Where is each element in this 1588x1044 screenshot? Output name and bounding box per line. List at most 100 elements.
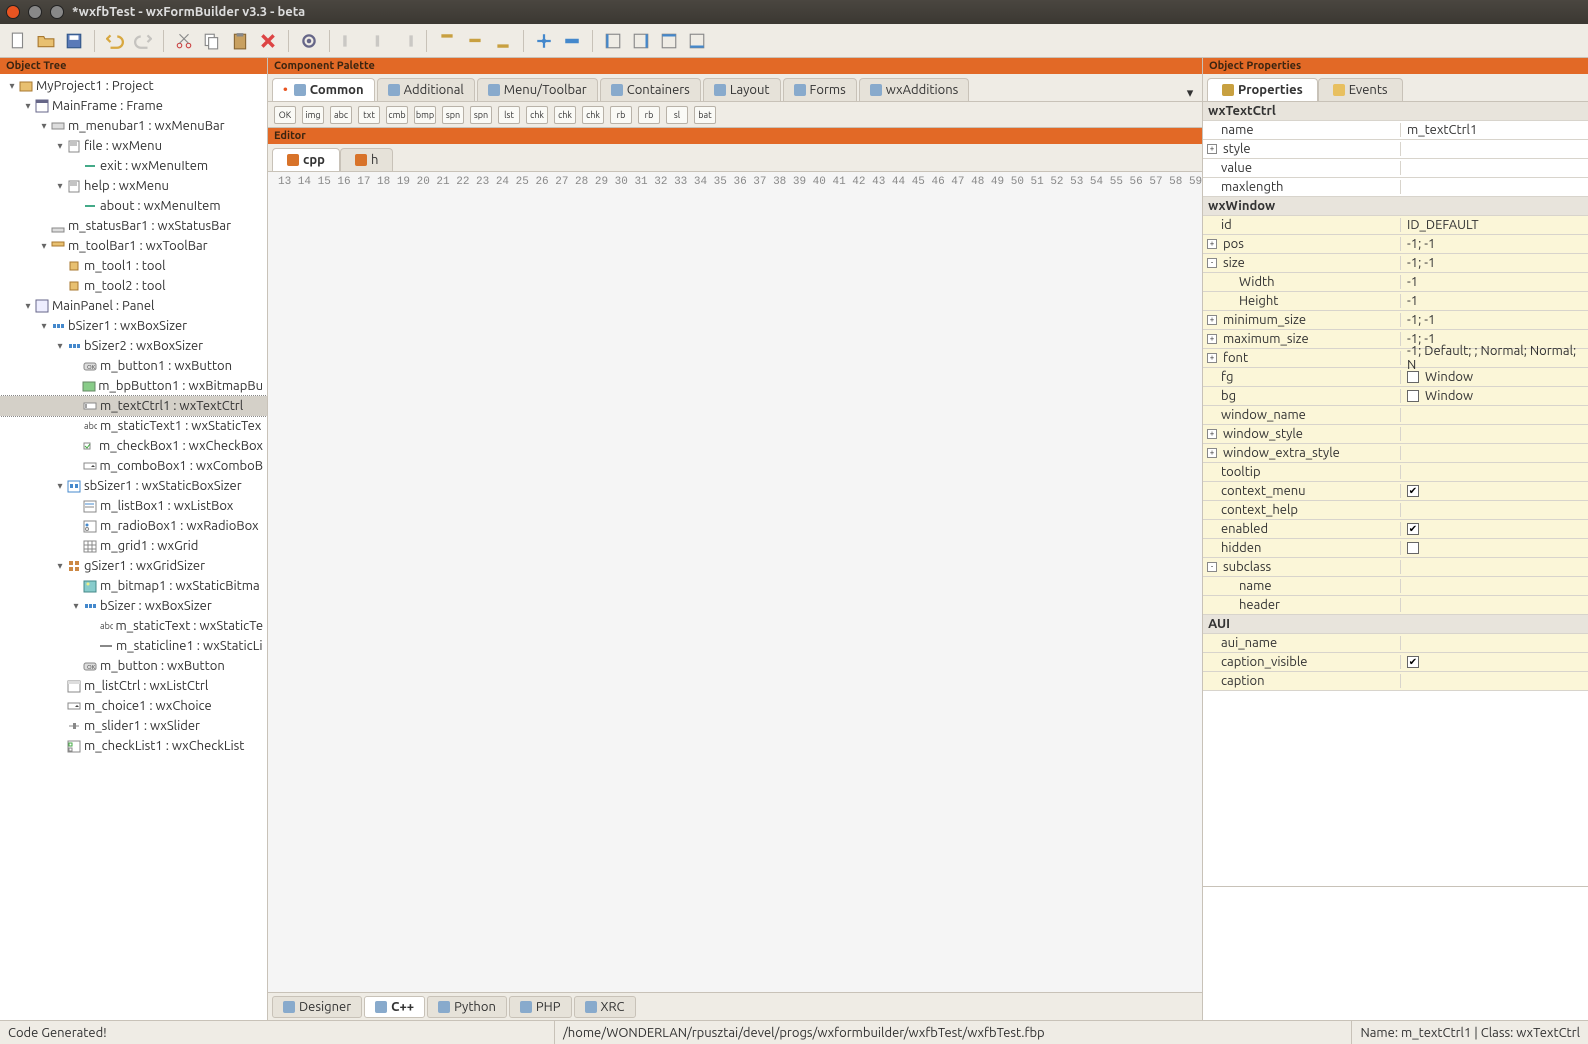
prop-row-maxlength[interactable]: maxlength	[1203, 178, 1588, 197]
prop-row-caption[interactable]: caption	[1203, 672, 1588, 691]
prop-row-aui_name[interactable]: aui_name	[1203, 634, 1588, 653]
cut-icon[interactable]	[172, 29, 196, 53]
prop-value[interactable]: -1; -1	[1401, 237, 1588, 251]
stretch-icon[interactable]	[560, 29, 584, 53]
tree-item[interactable]: ▾MyProject1 : Project	[0, 76, 267, 96]
expand-icon[interactable]: +	[1207, 448, 1217, 458]
checkbox-icon[interactable]	[1407, 542, 1419, 554]
tree-item[interactable]: ▾MainFrame : Frame	[0, 96, 267, 116]
palette-tab-wxadditions[interactable]: wxAdditions	[859, 78, 970, 101]
window-maximize-button[interactable]	[50, 5, 64, 19]
prop-tab-events[interactable]: Events	[1318, 78, 1403, 101]
paste-icon[interactable]	[228, 29, 252, 53]
tree-toggle-icon[interactable]: ▾	[38, 120, 50, 132]
palette-item-7[interactable]: spn	[470, 106, 492, 124]
view-tab-python[interactable]: Python	[427, 996, 507, 1018]
palette-item-5[interactable]: bmp	[414, 106, 436, 124]
tree-item[interactable]: m_choice1 : wxChoice	[0, 696, 267, 716]
prop-row-bg[interactable]: bg Window	[1203, 387, 1588, 406]
palette-item-9[interactable]: chk	[526, 106, 548, 124]
border-left-icon[interactable]	[601, 29, 625, 53]
prop-row-size[interactable]: -size-1; -1	[1203, 254, 1588, 273]
editor-tab-cpp[interactable]: cpp	[272, 148, 340, 171]
checkbox-icon[interactable]	[1407, 371, 1419, 383]
tree-item[interactable]: ▾bSizer1 : wxBoxSizer	[0, 316, 267, 336]
prop-value[interactable]: m_textCtrl1	[1401, 123, 1588, 137]
expand-icon[interactable]	[532, 29, 556, 53]
prop-row-id[interactable]: idID_DEFAULT	[1203, 216, 1588, 235]
palette-item-11[interactable]: chk	[582, 106, 604, 124]
prop-row-window_name[interactable]: window_name	[1203, 406, 1588, 425]
prop-value[interactable]: -1; -1	[1401, 313, 1588, 327]
view-tab-designer[interactable]: Designer	[272, 996, 362, 1018]
tree-item[interactable]: ▾bSizer2 : wxBoxSizer	[0, 336, 267, 356]
prop-value[interactable]: Window	[1401, 370, 1588, 384]
editor-tab-h[interactable]: h	[340, 148, 393, 171]
window-close-button[interactable]	[6, 5, 20, 19]
prop-row-caption_visible[interactable]: caption_visible✔	[1203, 653, 1588, 672]
object-tree[interactable]: ▾MyProject1 : Project▾MainFrame : Frame ▾…	[0, 74, 267, 1020]
palette-item-6[interactable]: spn	[442, 106, 464, 124]
tree-toggle-icon[interactable]: ▾	[54, 340, 66, 352]
border-bottom-icon[interactable]	[685, 29, 709, 53]
copy-icon[interactable]	[200, 29, 224, 53]
expand-icon[interactable]: +	[1207, 144, 1217, 154]
prop-row-tooltip[interactable]: tooltip	[1203, 463, 1588, 482]
palette-tab-additional[interactable]: Additional	[377, 78, 475, 101]
prop-row-header[interactable]: header	[1203, 596, 1588, 615]
redo-icon[interactable]	[131, 29, 155, 53]
tree-item[interactable]: ▾sbSizer1 : wxStaticBoxSizer	[0, 476, 267, 496]
delete-icon[interactable]	[256, 29, 280, 53]
prop-category[interactable]: - wxTextCtrl	[1203, 102, 1588, 121]
prop-row-context_help[interactable]: context_help	[1203, 501, 1588, 520]
tree-item[interactable]: m_bpButton1 : wxBitmapBu	[0, 376, 267, 396]
border-right-icon[interactable]	[629, 29, 653, 53]
checkbox-icon[interactable]: ✔	[1407, 523, 1419, 535]
prop-value[interactable]: -1	[1401, 275, 1588, 289]
prop-row-Height[interactable]: Height-1	[1203, 292, 1588, 311]
palette-tab-menu-toolbar[interactable]: Menu/Toolbar	[477, 78, 598, 101]
palette-item-12[interactable]: rb	[610, 106, 632, 124]
prop-row-value[interactable]: value	[1203, 159, 1588, 178]
palette-tab-common[interactable]: Common	[272, 78, 375, 101]
checkbox-icon[interactable]: ✔	[1407, 656, 1419, 668]
prop-value[interactable]: ✔	[1401, 656, 1588, 668]
palette-tab-forms[interactable]: Forms	[783, 78, 857, 101]
tree-item[interactable]: m_bitmap1 : wxStaticBitma	[0, 576, 267, 596]
tree-item[interactable]: exit : wxMenuItem	[0, 156, 267, 176]
palette-tab-layout[interactable]: Layout	[703, 78, 781, 101]
prop-row-hidden[interactable]: hidden	[1203, 539, 1588, 558]
checkbox-icon[interactable]	[1407, 390, 1419, 402]
prop-value[interactable]: Window	[1401, 389, 1588, 403]
tree-item[interactable]: m_grid1 : wxGrid	[0, 536, 267, 556]
tree-item[interactable]: m_radioBox1 : wxRadioBox	[0, 516, 267, 536]
prop-value[interactable]: -1; -1	[1401, 256, 1588, 270]
prop-row-style[interactable]: +style	[1203, 140, 1588, 159]
align-left-icon[interactable]	[338, 29, 362, 53]
prop-row-font[interactable]: +font-1; Default; ; Normal; Normal; N	[1203, 349, 1588, 368]
save-file-icon[interactable]	[62, 29, 86, 53]
undo-icon[interactable]	[103, 29, 127, 53]
view-tab-php[interactable]: PHP	[509, 996, 572, 1018]
palette-item-8[interactable]: lst	[498, 106, 520, 124]
tree-item[interactable]: abcm_staticText : wxStaticTe	[0, 616, 267, 636]
tree-toggle-icon[interactable]: ▾	[54, 180, 66, 192]
open-file-icon[interactable]	[34, 29, 58, 53]
expand-icon[interactable]: +	[1207, 315, 1217, 325]
palette-item-4[interactable]: cmb	[386, 106, 408, 124]
view-tab-c[interactable]: C++	[364, 996, 425, 1018]
align-center-h-icon[interactable]	[366, 29, 390, 53]
palette-item-2[interactable]: abc	[330, 106, 352, 124]
tree-item[interactable]: m_statusBar1 : wxStatusBar	[0, 216, 267, 236]
prop-row-Width[interactable]: Width-1	[1203, 273, 1588, 292]
tree-toggle-icon[interactable]: ▾	[70, 600, 82, 612]
prop-tab-properties[interactable]: Properties	[1207, 78, 1318, 101]
tree-item[interactable]: ▾m_toolBar1 : wxToolBar	[0, 236, 267, 256]
tree-item[interactable]: OKm_button1 : wxButton	[0, 356, 267, 376]
tree-item[interactable]: m_tool2 : tool	[0, 276, 267, 296]
tree-item[interactable]: m_comboBox1 : wxComboB	[0, 456, 267, 476]
tree-item[interactable]: ▾help : wxMenu	[0, 176, 267, 196]
expand-icon[interactable]: +	[1207, 353, 1217, 363]
prop-row-context_menu[interactable]: context_menu✔	[1203, 482, 1588, 501]
tree-item[interactable]: m_tool1 : tool	[0, 256, 267, 276]
